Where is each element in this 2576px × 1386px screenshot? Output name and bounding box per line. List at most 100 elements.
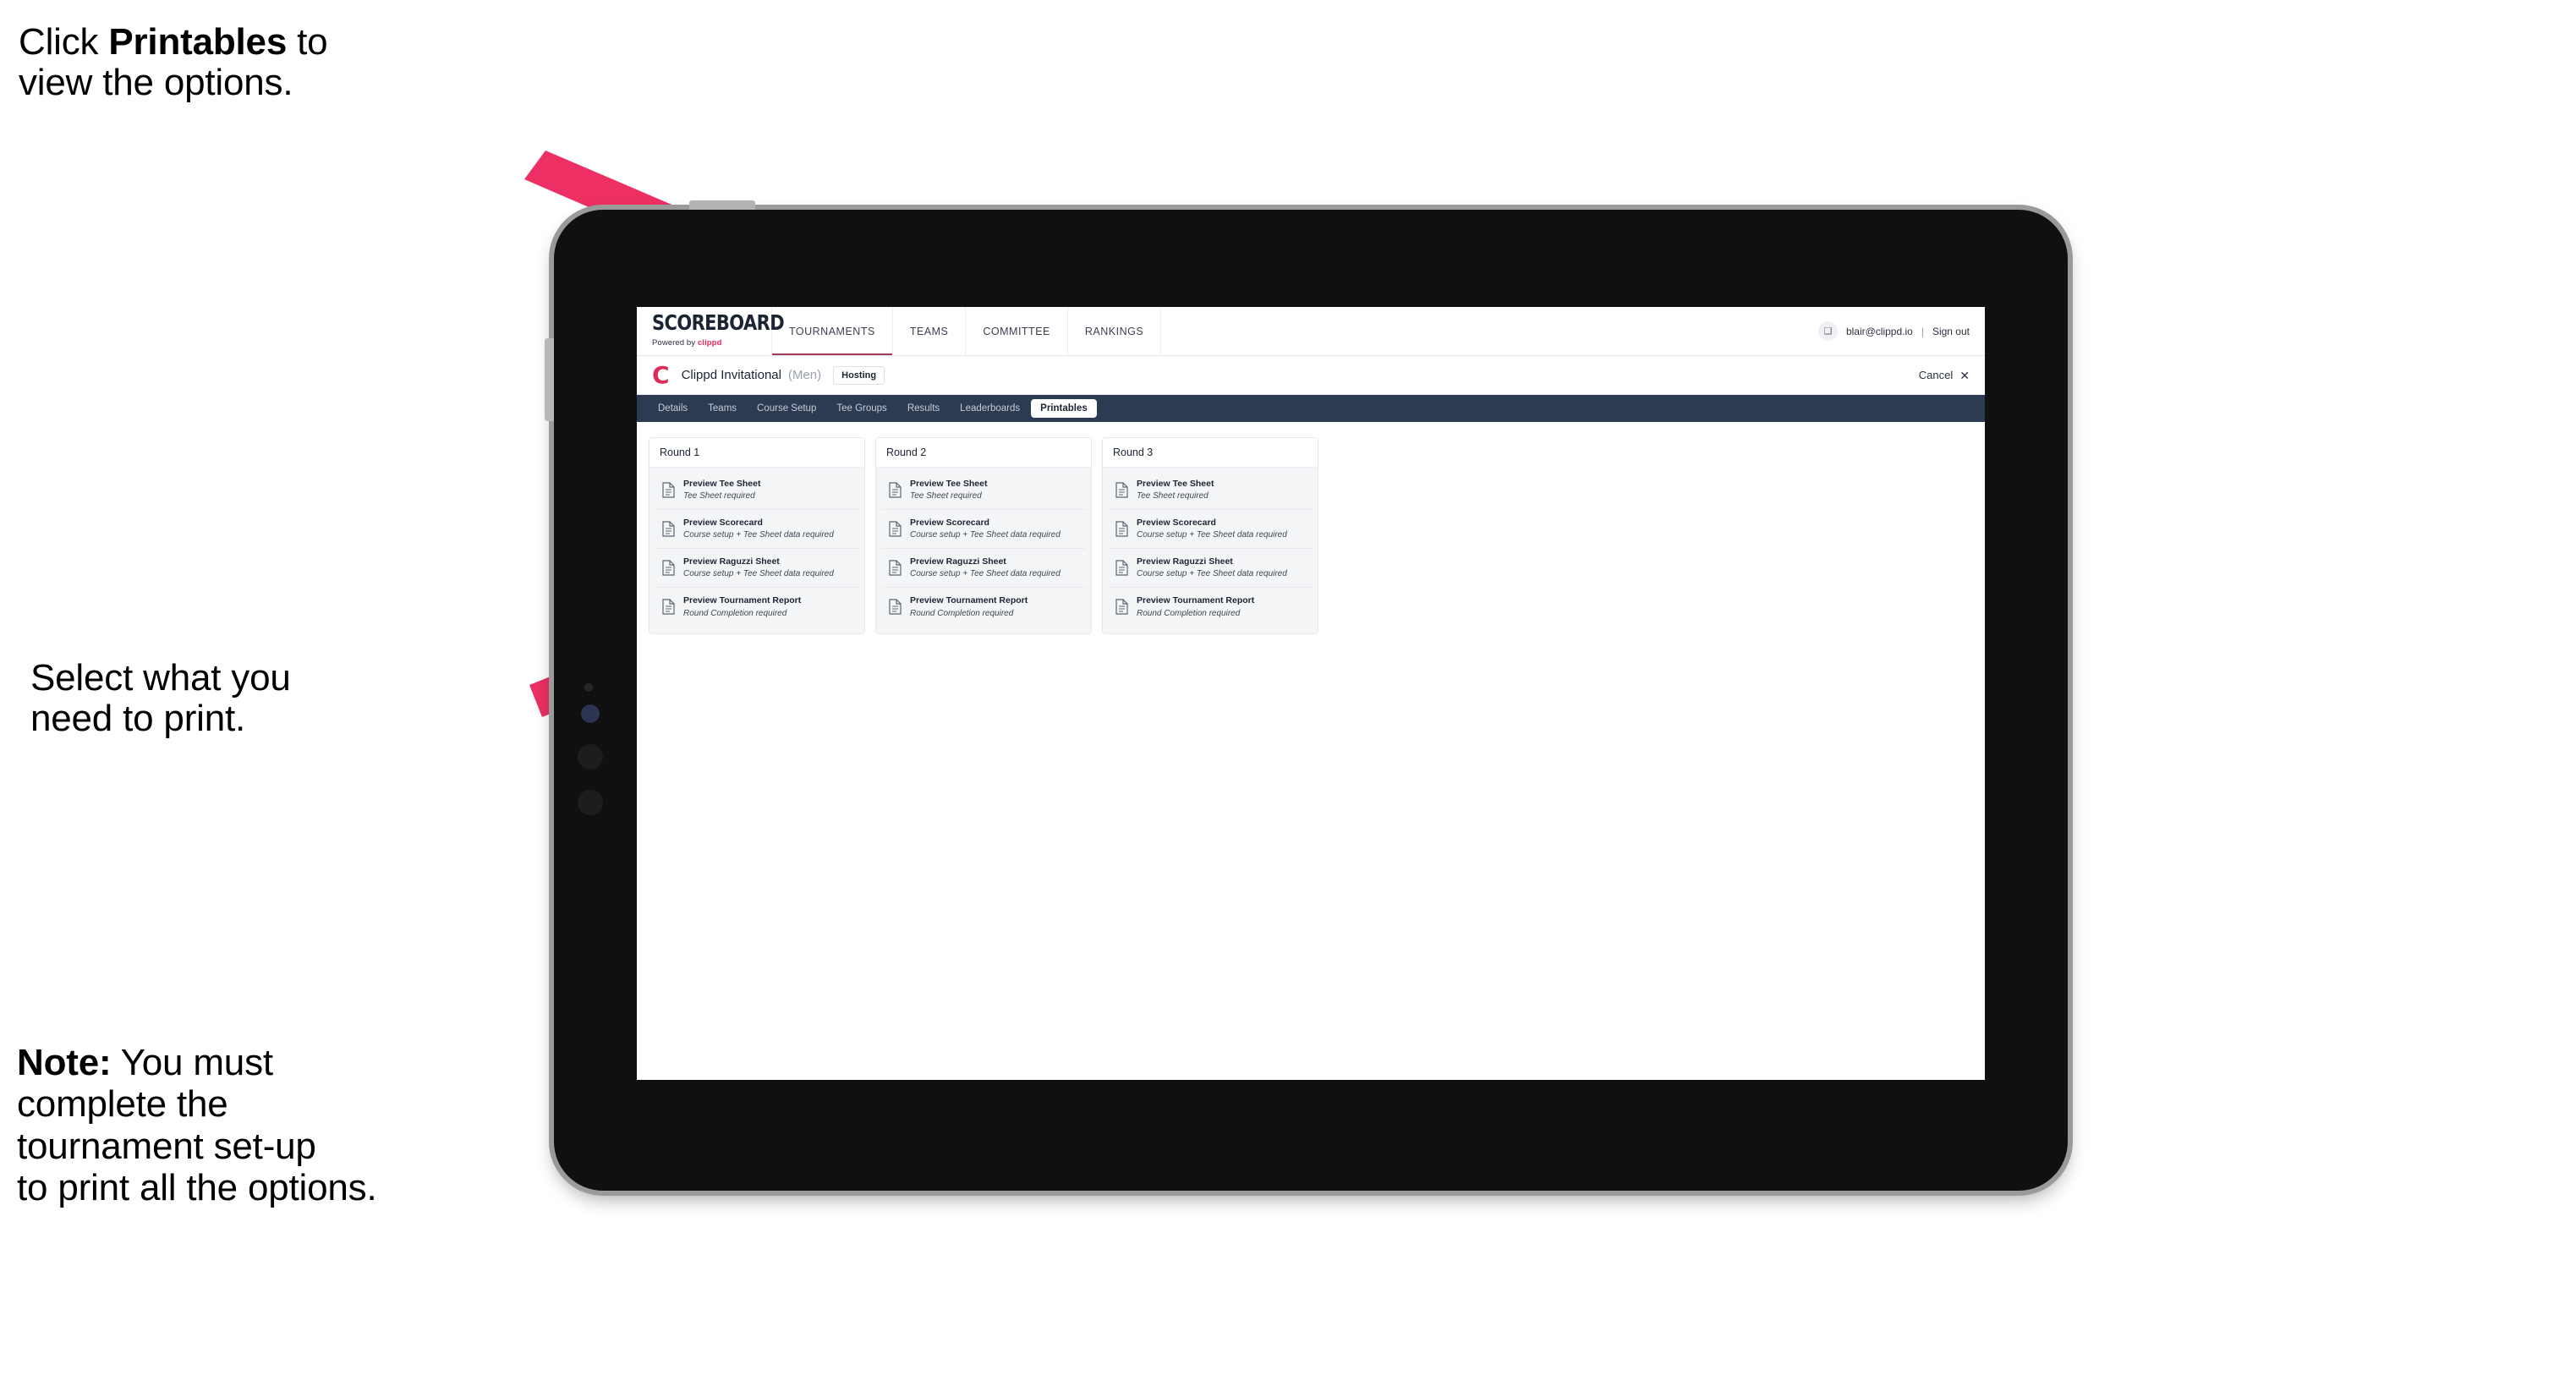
tournament-gender: (Men) — [787, 368, 822, 382]
nav-item-committee[interactable]: COMMITTEE — [966, 307, 1068, 355]
tablet-top-button[interactable] — [689, 200, 755, 210]
scoreboard-logo[interactable]: SCOREBOARD Powered by clippd — [637, 307, 785, 355]
tournament-header: C Clippd Invitational (Men) Hosting Canc… — [637, 356, 1985, 395]
document-icon — [889, 599, 902, 616]
printable-title: Preview Scorecard — [683, 518, 763, 529]
tab-teams[interactable]: Teams — [699, 399, 746, 418]
printable-tournament-report[interactable]: Preview Tournament Report Round Completio… — [881, 588, 1086, 627]
round-column-1: Round 1 Preview Tee Sheet Tee Sheet requi… — [649, 437, 865, 634]
sign-out-link[interactable]: Sign out — [1932, 326, 1970, 337]
tablet-sensor-icon — [584, 683, 593, 692]
tab-details[interactable]: Details — [649, 399, 697, 418]
tab-course-setup[interactable]: Course Setup — [748, 399, 825, 418]
printable-raguzzi-sheet[interactable]: Preview Raguzzi Sheet Course setup + Tee … — [1108, 549, 1313, 589]
clippd-logo-icon: C — [652, 360, 670, 389]
logo-brand-clippd: clippd — [697, 338, 722, 348]
round-title: Round 3 — [1103, 438, 1318, 468]
logo-tagline-text: Powered by — [652, 338, 698, 348]
printable-subtitle: Tee Sheet required — [910, 491, 982, 501]
printable-tournament-report[interactable]: Preview Tournament Report Round Completio… — [655, 588, 859, 627]
tablet-device: SCOREBOARD Powered by clippd TOURNAMENTS… — [545, 200, 2068, 1191]
annotation-click-printables: Click Printables to view the options. — [19, 21, 560, 104]
tablet-speaker-hole-2-icon — [578, 790, 603, 815]
printable-title: Preview Scorecard — [910, 518, 989, 529]
annotation-select-print: Select what you need to print. — [30, 657, 291, 740]
printable-title: Preview Tee Sheet — [1137, 479, 1214, 489]
document-icon — [662, 521, 675, 537]
document-icon — [1115, 521, 1128, 537]
tab-leaderboards[interactable]: Leaderboards — [951, 399, 1029, 418]
round-items: Preview Tee Sheet Tee Sheet required Prev… — [1103, 468, 1318, 633]
close-icon: ✕ — [1959, 368, 1970, 382]
printable-raguzzi-sheet[interactable]: Preview Raguzzi Sheet Course setup + Tee … — [881, 549, 1086, 589]
printable-subtitle: Course setup + Tee Sheet data required — [683, 569, 834, 579]
printable-title: Preview Tee Sheet — [683, 479, 761, 489]
printable-subtitle: Tee Sheet required — [683, 491, 755, 501]
tab-results[interactable]: Results — [898, 399, 949, 418]
section-tabs: Details Teams Course Setup Tee Groups Re… — [637, 395, 1985, 422]
tab-tee-groups[interactable]: Tee Groups — [827, 399, 896, 418]
printable-raguzzi-sheet[interactable]: Preview Raguzzi Sheet Course setup + Tee … — [655, 549, 859, 589]
round-title: Round 2 — [876, 438, 1091, 468]
printable-subtitle: Round Completion required — [1137, 608, 1241, 618]
tablet-screen: SCOREBOARD Powered by clippd TOURNAMENTS… — [637, 307, 1985, 1080]
annotation-note-label: Note: — [17, 1042, 112, 1083]
printable-subtitle: Round Completion required — [910, 608, 1014, 618]
annotation-click-pre: Click — [19, 21, 109, 63]
printable-subtitle: Course setup + Tee Sheet data required — [1137, 530, 1287, 540]
document-icon — [662, 482, 675, 498]
separator: | — [1921, 325, 1924, 337]
document-icon — [1115, 599, 1128, 616]
tablet-side-button[interactable] — [545, 338, 554, 421]
printable-tee-sheet[interactable]: Preview Tee Sheet Tee Sheet required — [1108, 471, 1313, 511]
document-icon — [889, 482, 902, 498]
printable-subtitle: Round Completion required — [683, 608, 787, 618]
printable-subtitle: Tee Sheet required — [1137, 491, 1209, 501]
logo-tagline: Powered by clippd — [652, 338, 771, 348]
printables-panel: Round 1 Preview Tee Sheet Tee Sheet requi… — [637, 422, 1985, 649]
printable-scorecard[interactable]: Preview Scorecard Course setup + Tee Shee… — [1108, 510, 1313, 550]
printable-tournament-report[interactable]: Preview Tournament Report Round Completio… — [1108, 588, 1313, 627]
tab-printables[interactable]: Printables — [1031, 399, 1097, 418]
instruction-slide: Click Printables to view the options. Se… — [0, 0, 2576, 1386]
printable-scorecard[interactable]: Preview Scorecard Course setup + Tee Shee… — [655, 510, 859, 550]
document-icon — [662, 599, 675, 616]
printable-title: Preview Raguzzi Sheet — [683, 556, 780, 567]
printable-subtitle: Course setup + Tee Sheet data required — [1137, 569, 1287, 579]
printable-title: Preview Raguzzi Sheet — [1137, 556, 1233, 567]
printable-title: Preview Tee Sheet — [910, 479, 988, 489]
nav-item-rankings[interactable]: RANKINGS — [1068, 307, 1162, 355]
document-icon — [889, 560, 902, 576]
tablet-camera-icon — [581, 704, 600, 723]
status-badge: Hosting — [833, 365, 885, 385]
printable-title: Preview Raguzzi Sheet — [910, 556, 1006, 567]
printable-tee-sheet[interactable]: Preview Tee Sheet Tee Sheet required — [881, 471, 1086, 511]
tournament-name: Clippd Invitational — [681, 368, 781, 382]
printable-title: Preview Tournament Report — [1137, 595, 1255, 606]
round-column-2: Round 2 Preview Tee Sheet Tee Sheet requi… — [875, 437, 1092, 634]
nav-item-teams[interactable]: TEAMS — [893, 307, 967, 355]
document-icon — [662, 560, 675, 576]
printable-title: Preview Scorecard — [1137, 518, 1216, 529]
round-column-3: Round 3 Preview Tee Sheet Tee Sheet requi… — [1102, 437, 1318, 634]
document-icon — [1115, 482, 1128, 498]
round-title: Round 1 — [649, 438, 864, 468]
cancel-button[interactable]: Cancel ✕ — [1919, 369, 1970, 381]
printable-title: Preview Tournament Report — [683, 595, 802, 606]
printable-tee-sheet[interactable]: Preview Tee Sheet Tee Sheet required — [655, 471, 859, 511]
printable-scorecard[interactable]: Preview Scorecard Course setup + Tee Shee… — [881, 510, 1086, 550]
round-items: Preview Tee Sheet Tee Sheet required Prev… — [876, 468, 1091, 633]
document-icon — [1115, 560, 1128, 576]
user-email: blair@clippd.io — [1845, 325, 1913, 337]
nav-item-tournaments[interactable]: TOURNAMENTS — [772, 307, 893, 355]
cancel-label: Cancel — [1918, 369, 1954, 381]
avatar[interactable]: ❑ — [1817, 321, 1838, 341]
document-icon — [889, 521, 902, 537]
annotation-printables-bold: Printables — [108, 21, 288, 63]
printable-subtitle: Course setup + Tee Sheet data required — [683, 530, 834, 540]
tablet-speaker-hole-icon — [578, 744, 603, 770]
round-items: Preview Tee Sheet Tee Sheet required Prev… — [649, 468, 864, 633]
account-area: ❑ blair@clippd.io | Sign out — [1817, 307, 1985, 355]
printable-title: Preview Tournament Report — [910, 595, 1028, 606]
primary-nav: TOURNAMENTS TEAMS COMMITTEE RANKINGS — [772, 307, 1162, 355]
